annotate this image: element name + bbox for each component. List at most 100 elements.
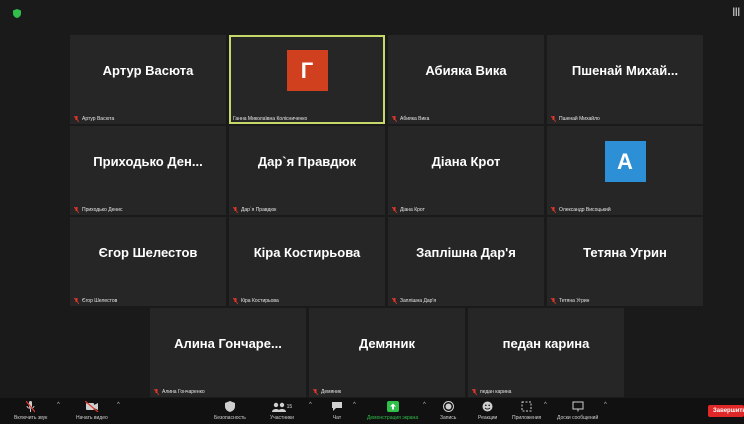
muted-mic-icon [74,298,79,304]
apps-button[interactable]: Приложения [512,400,541,421]
participant-name-label: Пшенай Михайло [551,116,600,122]
security-shield-icon[interactable] [13,9,21,18]
chat-label: Чат [332,415,342,421]
muted-mic-icon [26,400,36,412]
whiteboards-button[interactable]: Доски сообщений [557,400,598,421]
share-screen-icon [386,401,399,412]
security-button[interactable]: Безопасность [214,400,246,421]
whiteboards-options-caret[interactable]: ^ [604,402,607,408]
avatar: А [604,141,646,182]
chat-button[interactable]: Чат [331,400,343,421]
unmute-label: Включить звук [14,415,48,421]
participant-name-text: Дар`я Правдюк [241,207,277,213]
participant-tile[interactable]: Єгор Шелестов Єгор Шелестов [70,217,226,306]
participant-name-label: Кіра Костирьова [233,298,279,304]
record-icon [442,401,454,412]
participant-tile[interactable]: Алина Гончаре... Алина Гончаренко [150,308,306,397]
muted-mic-icon [551,207,556,213]
muted-mic-icon [472,389,477,395]
participant-name-text: Кіра Костирьова [241,298,279,304]
participant-tile[interactable]: Пшенай Михай... Пшенай Михайло [547,35,703,124]
participant-display-name: Пшенай Михай... [571,63,679,78]
share-screen-label: Демонстрация экрана [367,415,419,421]
participant-display-name: Абияка Вика [425,63,507,78]
participant-name-label: педан карина [472,389,511,395]
participant-tile[interactable]: Дар`я Правдюк Дар`я Правдюк [229,126,385,215]
participant-tile[interactable]: педан карина педан карина [468,308,624,397]
participant-display-name: Демяник [358,336,416,351]
chat-icon [332,402,342,411]
participant-name-text: Алина Гончаренко [162,389,205,395]
participant-tile[interactable]: Абияка Вика Абияка Вика [388,35,544,124]
muted-mic-icon [392,116,397,122]
participant-name-text: Приходько Денис [82,207,123,213]
participant-name-label: Тетяна Угрин [551,298,589,304]
chat-options-caret[interactable]: ^ [353,402,356,408]
muted-mic-icon [154,389,159,395]
participant-name-text: педан карина [480,389,512,395]
whiteboard-icon [572,401,584,412]
participant-tile[interactable]: Діана Крот Діана Крот [388,126,544,215]
reactions-button[interactable]: Реакции [478,400,497,421]
view-toggle-icon[interactable]: ||| [732,6,740,16]
participant-name-text: Тетяна Угрин [559,298,590,304]
participant-name-label: Діана Крот [392,207,425,213]
participant-name-text: Олександр Висоцький [559,207,611,213]
apps-options-caret[interactable]: ^ [544,402,547,408]
participant-name-label: Олександр Висоцький [551,207,611,213]
participant-name-label: Приходько Денис [74,207,122,213]
participant-display-name: Алина Гончаре... [174,336,282,351]
top-bar: ||| [0,0,744,22]
participant-name-text: Заплішна Дар'я [400,298,437,304]
participant-name-label: Демяник [313,389,341,395]
start-video-button[interactable]: Начать видео [76,400,108,421]
participant-name-text: Ганна Миколаївна Колісниченко [233,116,308,122]
video-options-caret[interactable]: ^ [117,402,120,408]
participant-name-label: Дар`я Правдюк [233,207,276,213]
participant-name-text: Демяник [321,389,342,395]
participant-tile[interactable]: Заплішна Дар'я Заплішна Дар'я [388,217,544,306]
participant-name-text: Пшенай Михайло [559,116,600,122]
participant-name-label: Артур Васюта [74,116,114,122]
participant-tile[interactable]: Кіра Костирьова Кіра Костирьова [229,217,385,306]
participant-display-name: Діана Крот [431,154,501,169]
participants-icon [271,402,286,412]
muted-mic-icon [392,207,397,213]
muted-mic-icon [392,298,397,304]
participant-tile[interactable]: А Олександр Висоцький [547,126,703,215]
participant-display-name: Артур Васюта [102,63,194,78]
participants-options-caret[interactable]: ^ [309,402,312,408]
participant-display-name: Кіра Костирьова [253,245,361,260]
participants-button[interactable]: 15 Участники [270,400,294,421]
apps-icon [521,401,532,412]
share-options-caret[interactable]: ^ [423,402,426,408]
share-screen-button[interactable]: Демонстрация экрана [367,400,418,421]
participant-display-name: Єгор Шелестов [98,245,198,260]
participant-display-name: педан карина [502,336,590,351]
participant-name-label: Заплішна Дар'я [392,298,436,304]
muted-mic-icon [233,207,238,213]
participant-name-label: Алина Гончаренко [154,389,205,395]
participant-tile[interactable]: Приходько Ден... Приходько Денис [70,126,226,215]
video-off-icon [84,401,99,412]
participant-display-name: Приходько Ден... [93,154,203,169]
participant-tile[interactable]: Г Ганна Миколаївна Колісниченко [229,35,385,124]
audio-options-caret[interactable]: ^ [57,402,60,408]
participants-label: Участники [270,415,294,421]
participant-name-text: Артур Васюта [82,116,115,122]
participant-tile[interactable]: Тетяна Угрин Тетяна Угрин [547,217,703,306]
record-button[interactable]: Запись [440,400,456,421]
participant-tile[interactable]: Артур Васюта Артур Васюта [70,35,226,124]
participant-tile[interactable]: Демяник Демяник [309,308,465,397]
muted-mic-icon [74,207,79,213]
shield-icon [224,401,235,412]
record-label: Запись [440,415,457,421]
whiteboards-label: Доски сообщений [557,415,599,421]
avatar: Г [286,50,328,91]
reactions-icon [482,401,493,412]
security-label: Безопасность [214,415,246,421]
participant-name-label: Абияка Вика [392,116,429,122]
unmute-button[interactable]: Включить звук [14,400,47,421]
participant-display-name: Тетяна Угрин [583,245,667,260]
end-meeting-button[interactable]: Завершить [708,405,744,417]
